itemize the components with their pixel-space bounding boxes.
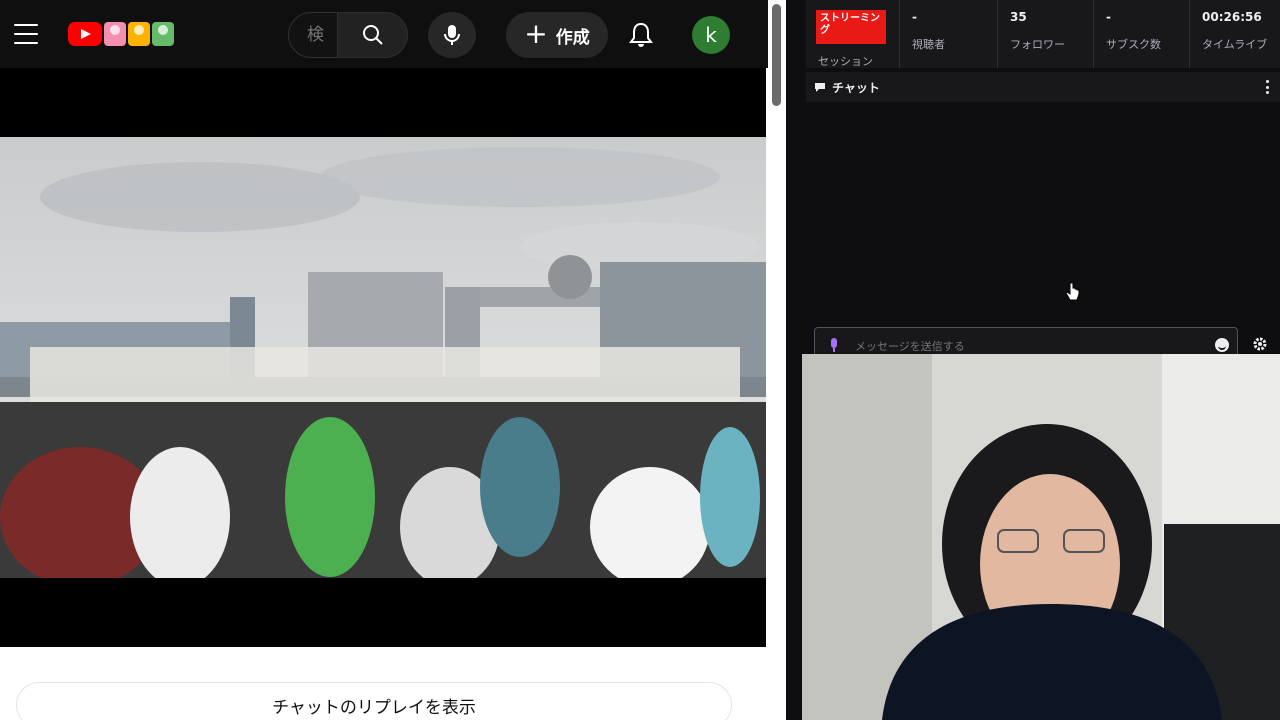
create-button[interactable]: + 作成	[506, 12, 608, 58]
menu-icon[interactable]	[14, 24, 38, 44]
notifications-button[interactable]	[624, 18, 658, 52]
plus-icon: +	[524, 16, 548, 50]
chat-header: チャット	[806, 72, 1280, 102]
streaming-badge: ストリーミング	[816, 10, 886, 44]
show-chat-replay-button[interactable]: チャットのリプレイを表示	[16, 682, 732, 720]
stat-label: 視聴者	[912, 38, 945, 51]
avatar[interactable]: k	[692, 16, 730, 54]
stat-label: フォロワー	[1010, 38, 1065, 51]
video-frame	[0, 137, 766, 578]
voice-search-button[interactable]	[428, 12, 476, 58]
stream-dashboard: ストリーミング セッション - 視聴者 35 フォロワー - サブスク数 00:…	[802, 0, 1280, 720]
scrollbar-thumb[interactable]	[772, 4, 781, 106]
search-icon	[362, 25, 383, 45]
stat-value: -	[912, 10, 917, 24]
youtube-logo[interactable]	[68, 22, 174, 46]
play-logo-icon	[68, 22, 102, 46]
mic-icon	[444, 25, 460, 45]
stat-value: 00:26:56	[1202, 10, 1262, 24]
search-box	[288, 12, 408, 58]
youtube-header: + 作成 k	[0, 0, 768, 68]
pointer-cursor-icon	[1066, 282, 1080, 301]
more-vertical-icon[interactable]	[1264, 80, 1270, 94]
emoji-icon[interactable]	[1215, 338, 1229, 352]
chat-title: チャット	[832, 80, 880, 95]
stat-label: サブスク数	[1106, 38, 1161, 51]
stat-subscriptions: - サブスク数	[1094, 0, 1190, 68]
chat-message-input[interactable]	[855, 336, 1195, 356]
doodle-figure-icon	[128, 22, 150, 46]
doodle-figure-icon	[152, 22, 174, 46]
mic-icon[interactable]	[829, 338, 839, 352]
stat-session: ストリーミング セッション	[806, 0, 900, 68]
chat-messages	[806, 102, 1280, 324]
video-player[interactable]	[0, 68, 766, 647]
scrollbar[interactable]	[768, 0, 786, 720]
stats-bar: ストリーミング セッション - 視聴者 35 フォロワー - サブスク数 00:…	[806, 0, 1280, 68]
bell-icon	[629, 22, 653, 47]
gear-icon[interactable]	[1252, 336, 1268, 352]
screen: + 作成 k	[0, 0, 1280, 720]
stat-followers: 35 フォロワー	[998, 0, 1094, 68]
search-input[interactable]	[289, 13, 337, 57]
chat-bubble-icon	[815, 83, 825, 92]
search-button[interactable]	[337, 13, 407, 57]
stat-time-live: 00:26:56 タイムライブ	[1190, 0, 1280, 68]
stat-value: -	[1106, 10, 1111, 24]
session-label: セッション	[818, 55, 873, 68]
stat-label: タイムライブ	[1202, 38, 1268, 51]
stat-value: 35	[1010, 10, 1027, 24]
doodle-figure-icon	[104, 22, 126, 46]
webcam-feed	[802, 354, 1280, 720]
youtube-pane: + 作成 k	[0, 0, 786, 720]
create-label: 作成	[555, 27, 590, 48]
stat-viewers: - 視聴者	[900, 0, 998, 68]
